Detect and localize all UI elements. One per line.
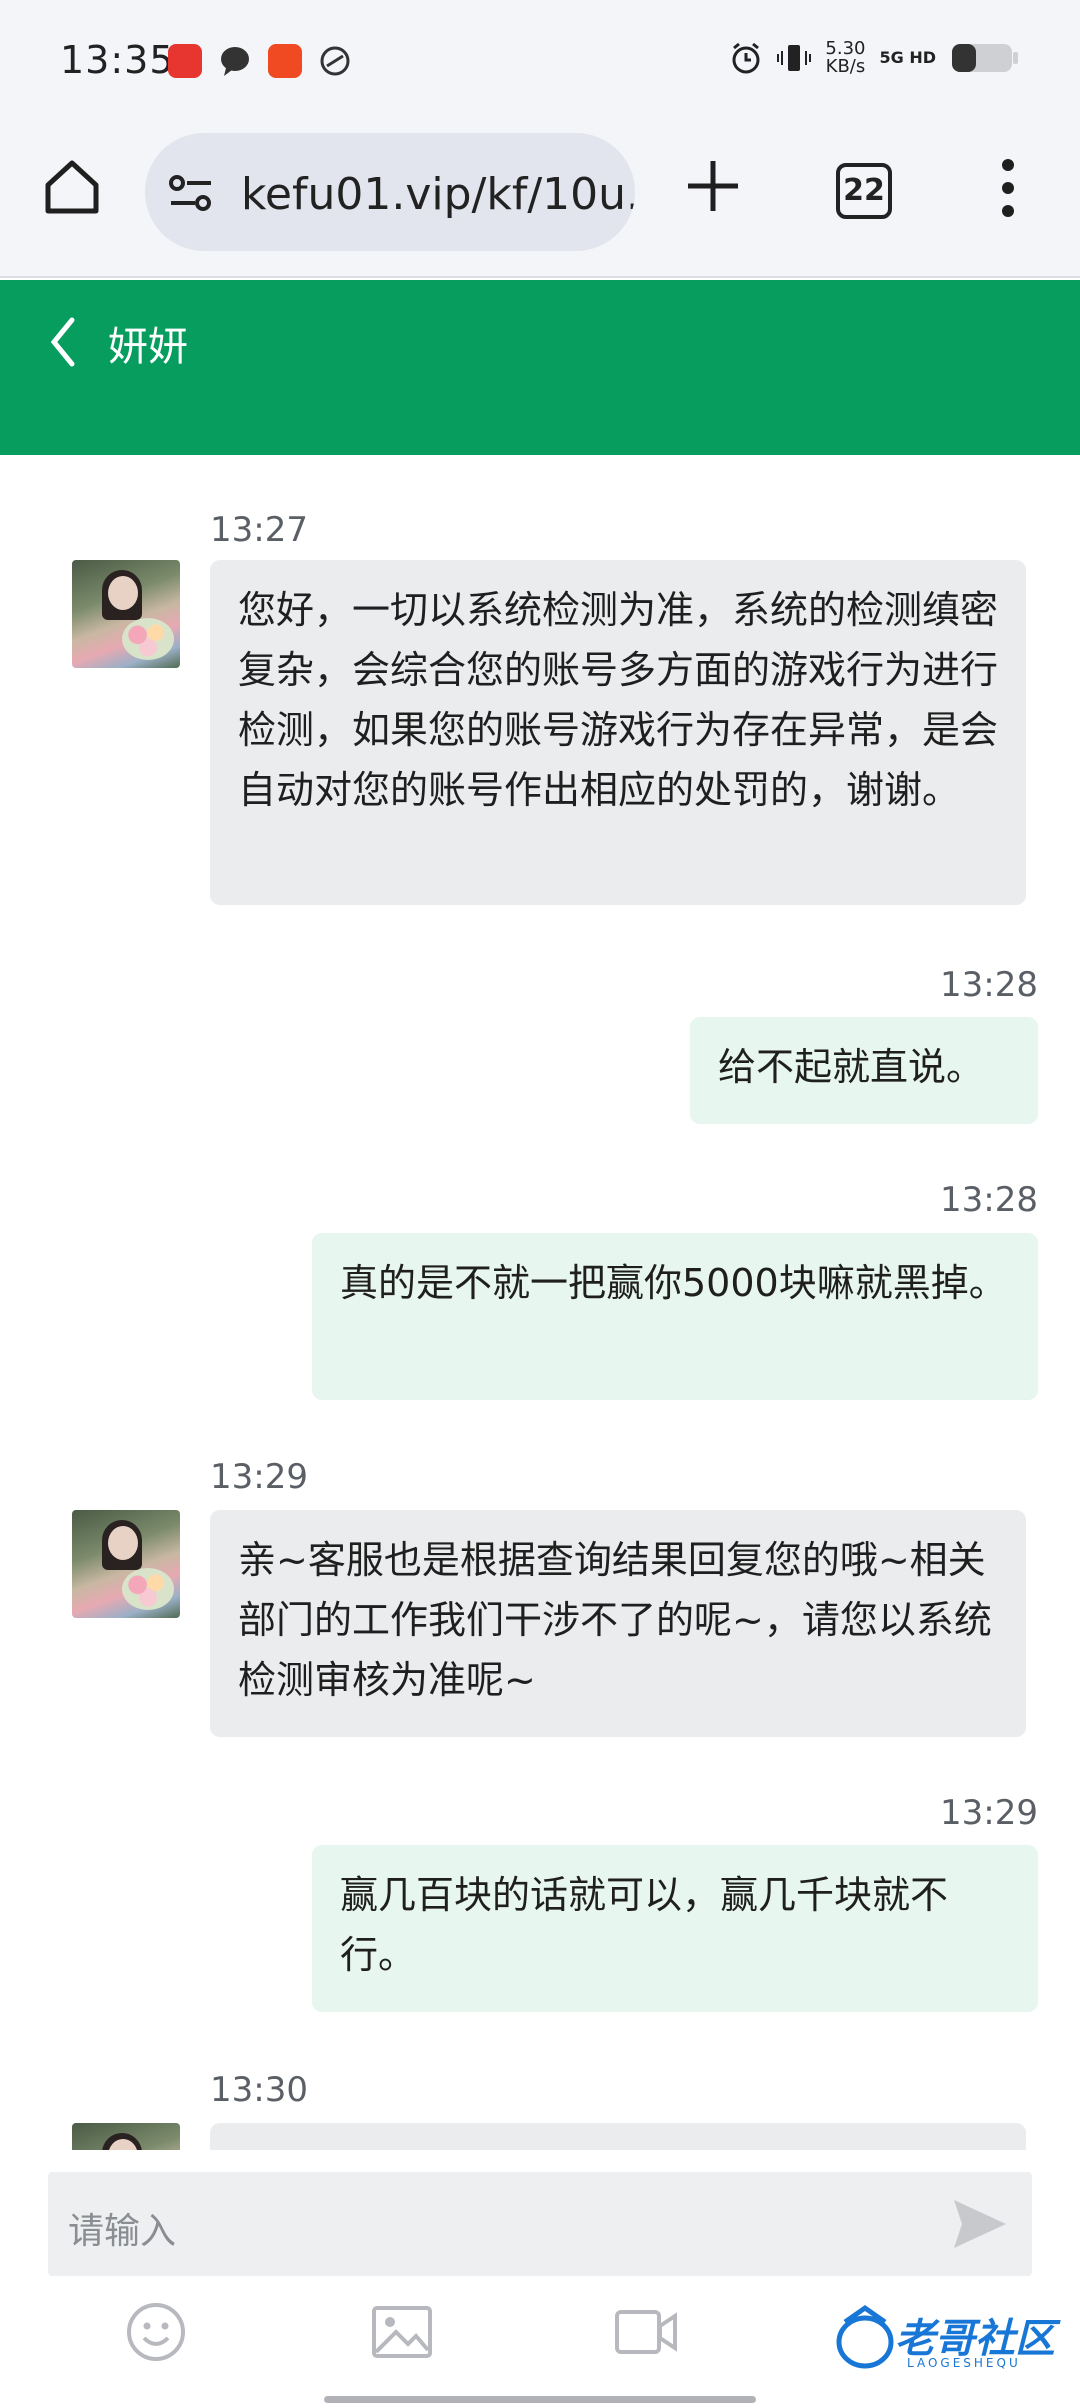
chat-title: 妍妍 — [108, 324, 188, 370]
app-notification-icon — [268, 44, 302, 78]
watermark-icon — [836, 2304, 894, 2369]
message-time: 13:29 — [210, 1457, 308, 1497]
divider — [0, 276, 1080, 278]
message-input[interactable]: 请输入 — [48, 2172, 1032, 2276]
message-time: 13:29 — [940, 1793, 1038, 1833]
video-icon[interactable] — [614, 2300, 678, 2364]
watermark-logo: 老哥社区 LAOGESHEQU — [835, 2300, 1065, 2380]
input-placeholder: 请输入 — [68, 2211, 177, 2252]
message-time: 13:28 — [940, 965, 1038, 1005]
link-icon — [320, 46, 350, 76]
browser-toolbar: kefu01.vip/kf/10u. 22 — [0, 125, 1080, 278]
status-bar: 13:35 5.30 KB/s 5G HD — [0, 0, 1080, 125]
message-bubble-incoming — [210, 2123, 1026, 2150]
notification-icons — [168, 44, 352, 78]
message-bubble-incoming: 您好，一切以系统检测为准，系统的检测缜密复杂，会综合您的账号多方面的游戏行为进行… — [210, 560, 1026, 905]
message-time: 13:27 — [210, 510, 308, 550]
input-bar: 请输入 老哥社区 LAOGESHEQU — [0, 2150, 1080, 2408]
new-tab-icon[interactable] — [680, 153, 746, 219]
network-speed: 5.30 KB/s — [825, 40, 865, 76]
message-time: 13:30 — [210, 2070, 308, 2110]
speed-unit: KB/s — [825, 56, 866, 77]
image-icon[interactable] — [370, 2300, 434, 2364]
message-bubble-incoming: 亲~客服也是根据查询结果回复您的哦~相关部门的工作我们干涉不了的呢~，请您以系统… — [210, 1510, 1026, 1737]
home-icon[interactable] — [40, 155, 104, 219]
chat-bubble-icon — [221, 47, 249, 76]
vibrate-icon — [777, 45, 812, 71]
avatar[interactable] — [72, 560, 180, 668]
message-bubble-outgoing: 赢几百块的话就可以，赢几千块就不行。 — [312, 1845, 1038, 2012]
url-text[interactable]: kefu01.vip/kf/10u. — [241, 169, 635, 220]
status-time: 13:35 — [60, 38, 175, 82]
back-icon[interactable] — [48, 316, 78, 368]
app-notification-icon — [168, 44, 202, 78]
url-bar[interactable]: kefu01.vip/kf/10u. — [145, 133, 635, 251]
message-list[interactable]: 13:27 您好，一切以系统检测为准，系统的检测缜密复杂，会综合您的账号多方面的… — [0, 455, 1080, 2150]
send-icon[interactable] — [950, 2194, 1010, 2254]
chat-header: 妍妍 — [0, 280, 1080, 455]
message-bubble-outgoing: 真的是不就一把赢你5000块嘛就黑掉。 — [312, 1233, 1038, 1400]
message-bubble-outgoing: 给不起就直说。 — [690, 1017, 1038, 1124]
avatar[interactable] — [72, 2123, 180, 2150]
watermark-subtext: LAOGESHEQU — [907, 2356, 1021, 2370]
battery-icon — [952, 44, 1018, 72]
alarm-icon — [732, 42, 760, 74]
site-settings-icon[interactable] — [167, 173, 215, 213]
emoji-icon[interactable] — [124, 2300, 188, 2364]
avatar[interactable] — [72, 1510, 180, 1618]
tab-switcher-button[interactable]: 22 — [836, 163, 892, 219]
home-indicator[interactable] — [324, 2396, 756, 2403]
network-type: 5G HD — [879, 48, 936, 67]
more-menu-icon[interactable] — [990, 155, 1026, 221]
message-time: 13:28 — [940, 1180, 1038, 1220]
